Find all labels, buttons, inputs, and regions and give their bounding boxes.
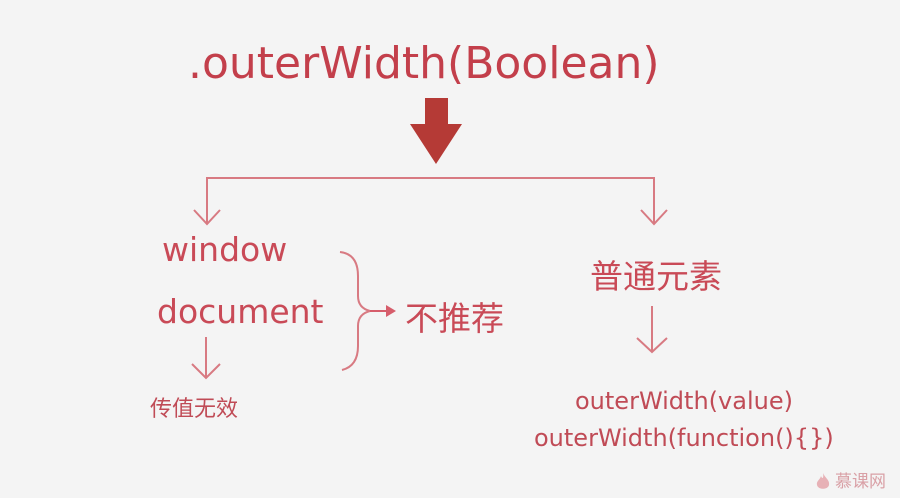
label-document: document [157,292,324,331]
watermark-text: 慕课网 [835,471,886,492]
usage-outerwidth-function: outerWidth(function(){}) [534,424,834,452]
diagram: .outerWidth(Boolean) window document 不推荐… [0,0,900,498]
watermark-logo: 慕课网 [815,472,886,492]
label-value-invalid: 传值无效 [150,397,239,422]
label-normal-element: 普通元素 [590,257,722,296]
usage-outerwidth-value: outerWidth(value) [575,387,793,415]
main-down-arrow [410,98,462,164]
label-not-recommended: 不推荐 [405,299,504,338]
flame-icon [816,473,830,489]
label-window: window [162,230,288,269]
branch-connector [206,177,655,203]
diagram-title: .outerWidth(Boolean) [188,38,660,89]
curly-brace [339,251,371,371]
